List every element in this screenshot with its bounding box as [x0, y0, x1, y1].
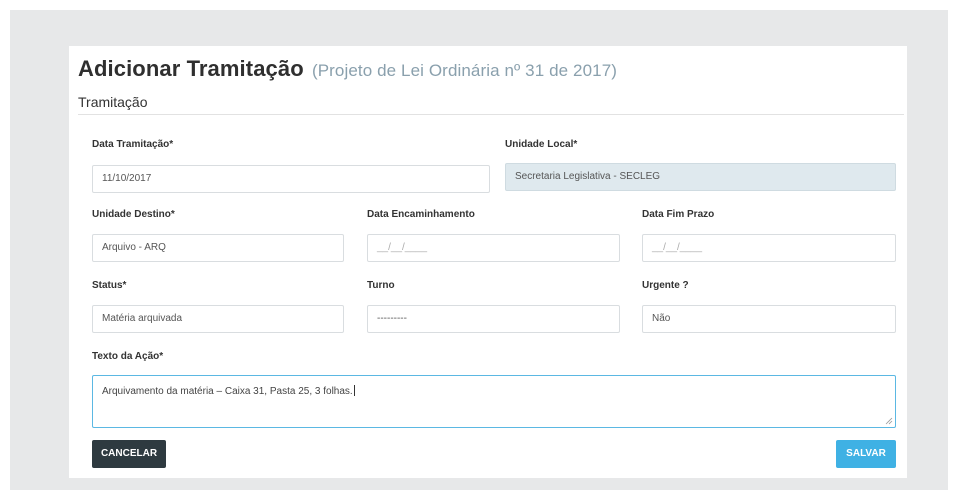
data-fim-prazo-label: Data Fim Prazo: [642, 209, 715, 220]
cancel-button[interactable]: CANCELAR: [92, 440, 166, 468]
status-select[interactable]: Matéria arquivada: [92, 305, 344, 333]
data-encaminhamento-label: Data Encaminhamento: [367, 209, 475, 220]
section-divider: [78, 114, 904, 115]
save-button[interactable]: SALVAR: [836, 440, 896, 468]
texto-acao-label: Texto da Ação*: [92, 351, 164, 362]
turno-label: Turno: [367, 280, 395, 291]
data-tramitacao-input[interactable]: 11/10/2017: [92, 165, 490, 193]
unidade-destino-label: Unidade Destino*: [92, 209, 175, 220]
section-title: Tramitação: [78, 94, 148, 110]
status-label: Status*: [92, 280, 127, 291]
page-title: Adicionar Tramitação (Projeto de Lei Ord…: [78, 56, 617, 82]
urgente-select[interactable]: Não: [642, 305, 896, 333]
urgente-label: Urgente ?: [642, 280, 689, 291]
page-title-text: Adicionar Tramitação: [78, 56, 304, 81]
texto-acao-textarea[interactable]: Arquivamento da matéria – Caixa 31, Past…: [92, 375, 896, 428]
text-caret: [353, 385, 355, 396]
data-encaminhamento-input[interactable]: __/__/____: [367, 234, 620, 262]
data-tramitacao-label: Data Tramitação*: [92, 139, 174, 150]
unidade-local-field: Secretaria Legislativa - SECLEG: [505, 163, 896, 191]
unidade-destino-select[interactable]: Arquivo - ARQ: [92, 234, 344, 262]
page-subtitle: (Projeto de Lei Ordinária nº 31 de 2017): [311, 61, 618, 80]
texto-acao-text: Arquivamento da matéria – Caixa 31, Past…: [102, 386, 353, 397]
resize-grip-icon[interactable]: [885, 417, 893, 425]
unidade-local-label: Unidade Local*: [505, 139, 578, 150]
turno-select[interactable]: ---------: [367, 305, 620, 333]
data-fim-prazo-input[interactable]: __/__/____: [642, 234, 896, 262]
